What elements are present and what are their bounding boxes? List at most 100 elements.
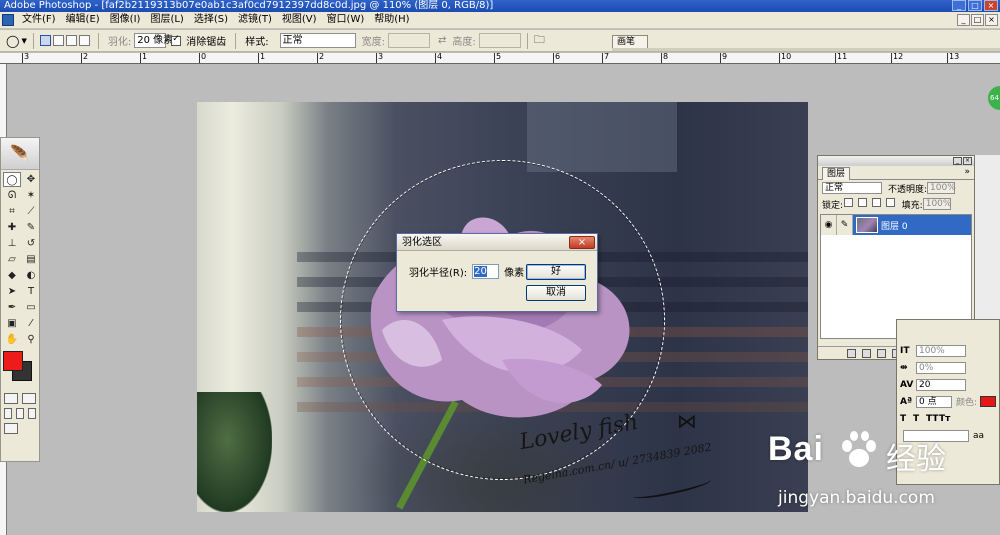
- path-select-tool-icon[interactable]: ➤: [3, 284, 21, 299]
- lock-position-icon[interactable]: [871, 198, 881, 207]
- intersect-selection-button[interactable]: [78, 35, 90, 46]
- panel-menu-icon[interactable]: »: [964, 167, 970, 177]
- small-caps-icon[interactable]: Tт: [939, 414, 952, 424]
- dodge-tool-icon[interactable]: ◐: [22, 268, 40, 283]
- menu-filter[interactable]: 滤镜(T): [233, 12, 277, 28]
- tab-layers[interactable]: 图层: [822, 167, 851, 180]
- slice-tool-icon[interactable]: ⟋: [22, 204, 40, 219]
- eyedropper-tool-icon[interactable]: ⁄: [22, 316, 40, 331]
- stamp-tool-icon[interactable]: ⊥: [3, 236, 21, 251]
- panel-minimize-button[interactable]: _: [953, 157, 962, 165]
- standard-mode-icon[interactable]: [4, 393, 18, 404]
- layer-row[interactable]: ◉ ✎ 图层 0: [821, 215, 971, 235]
- fill-input[interactable]: 100%: [922, 198, 951, 210]
- ruler-tick: 1: [258, 53, 266, 63]
- layer-name: 图层 0: [881, 221, 908, 232]
- lock-all-icon[interactable]: [885, 198, 895, 207]
- panel-close-button[interactable]: ×: [963, 157, 972, 165]
- doc-minimize-button[interactable]: _: [957, 14, 970, 26]
- jump-to-imageready-icon[interactable]: [4, 423, 18, 434]
- notes-tool-icon[interactable]: ▣: [3, 316, 21, 331]
- healing-brush-icon[interactable]: ✚: [3, 220, 21, 235]
- layer-mask-icon[interactable]: [876, 348, 886, 358]
- tracking-row: ⇹ 0%: [897, 359, 999, 376]
- brushes-palette-tab[interactable]: 画笔: [612, 35, 648, 49]
- all-caps-icon[interactable]: TT: [926, 414, 939, 424]
- swap-icon[interactable]: ⇄: [438, 35, 446, 46]
- close-button[interactable]: ×: [984, 0, 998, 11]
- faux-bold-icon[interactable]: T: [900, 414, 913, 424]
- pen-tool-icon[interactable]: ✒: [3, 300, 21, 315]
- magic-wand-tool-icon[interactable]: ✶: [22, 188, 40, 203]
- subtract-selection-button[interactable]: [65, 35, 77, 46]
- green-badge-icon[interactable]: 64: [988, 86, 1000, 110]
- lock-pixels-icon[interactable]: [857, 198, 867, 207]
- menu-edit[interactable]: 编辑(E): [61, 12, 105, 28]
- ruler-tick: 11: [835, 53, 848, 63]
- foreground-color-swatch[interactable]: [3, 351, 23, 371]
- eraser-tool-icon[interactable]: ▱: [3, 252, 21, 267]
- maximize-button[interactable]: □: [968, 0, 982, 11]
- antialias-checkbox[interactable]: [171, 34, 182, 46]
- feather-input[interactable]: 20 像素: [134, 33, 173, 48]
- width-label: 宽度:: [361, 37, 385, 48]
- screen-mode-full-icon[interactable]: [28, 408, 36, 419]
- link-layers-icon[interactable]: [846, 348, 856, 358]
- menu-image[interactable]: 图像(I): [105, 12, 146, 28]
- menu-file[interactable]: 文件(F): [17, 12, 61, 28]
- feather-radius-row: 羽化半径(R): 20 像素: [409, 264, 524, 279]
- add-selection-button[interactable]: [52, 35, 64, 46]
- eye-icon[interactable]: ◉: [821, 215, 837, 235]
- quickmask-mode-icon[interactable]: [22, 393, 36, 404]
- crop-tool-icon[interactable]: ⌗: [3, 204, 21, 219]
- screen-mode-standard-icon[interactable]: [4, 408, 12, 419]
- blend-opacity-row: 正常 不透明度: 100%: [818, 180, 974, 196]
- feather-radius-input[interactable]: 20: [472, 264, 500, 279]
- feather-logo-icon[interactable]: 🪶: [1, 138, 39, 170]
- menu-view[interactable]: 视图(V): [277, 12, 322, 28]
- gradient-tool-icon[interactable]: ▤: [22, 252, 40, 267]
- opacity-input[interactable]: 100%: [927, 182, 956, 194]
- history-brush-icon[interactable]: ↺: [22, 236, 40, 251]
- faux-italic-icon[interactable]: T: [913, 414, 926, 424]
- new-selection-button[interactable]: [39, 35, 51, 46]
- screen-mode-full-menu-icon[interactable]: [16, 408, 24, 419]
- lock-transparency-icon[interactable]: [844, 198, 854, 207]
- file-browser-icon[interactable]: 🗀: [534, 31, 545, 50]
- tracking-input[interactable]: 0%: [916, 361, 966, 374]
- menu-window[interactable]: 窗口(W): [322, 12, 370, 28]
- vertical-scale-input[interactable]: 100%: [916, 344, 966, 357]
- tool-preset-dropdown-icon[interactable]: ▼: [21, 37, 26, 45]
- kerning-input[interactable]: 20: [916, 378, 966, 391]
- type-tool-icon[interactable]: T: [22, 284, 40, 299]
- move-tool-icon[interactable]: ✥: [22, 172, 40, 187]
- minimize-button[interactable]: _: [952, 0, 966, 11]
- blend-mode-select[interactable]: 正常: [822, 182, 882, 194]
- elliptical-marquee-icon[interactable]: ◯: [6, 34, 19, 48]
- menu-select[interactable]: 选择(S): [189, 12, 233, 28]
- doc-close-button[interactable]: ×: [985, 14, 998, 26]
- shape-tool-icon[interactable]: ▭: [22, 300, 40, 315]
- dialog-close-button[interactable]: ×: [569, 236, 595, 249]
- text-color-swatch[interactable]: [980, 396, 997, 407]
- menu-help[interactable]: 帮助(H): [369, 12, 414, 28]
- hand-tool-icon[interactable]: ✋: [3, 332, 21, 347]
- cancel-button[interactable]: 取消: [526, 285, 586, 301]
- layer-style-icon[interactable]: [861, 348, 871, 358]
- opacity-label: 不透明度:: [888, 184, 928, 195]
- height-input[interactable]: [478, 33, 521, 48]
- blur-tool-icon[interactable]: ◆: [3, 268, 21, 283]
- menu-layer[interactable]: 图层(L): [145, 12, 188, 28]
- brush-link-icon[interactable]: ✎: [837, 215, 853, 235]
- marquee-tool-icon[interactable]: ◯: [3, 172, 21, 187]
- brush-tool-icon[interactable]: ✎: [22, 220, 40, 235]
- doc-maximize-button[interactable]: □: [971, 14, 984, 26]
- baseline-shift-input[interactable]: 0 点: [916, 395, 952, 408]
- color-swatches: [1, 351, 39, 391]
- palette-well: [612, 48, 1000, 51]
- lasso-tool-icon[interactable]: ᘏ: [3, 188, 21, 203]
- zoom-tool-icon[interactable]: ⚲: [22, 332, 40, 347]
- style-select[interactable]: 正常: [279, 33, 356, 48]
- ok-button[interactable]: 好: [526, 264, 586, 280]
- width-input[interactable]: [387, 33, 430, 48]
